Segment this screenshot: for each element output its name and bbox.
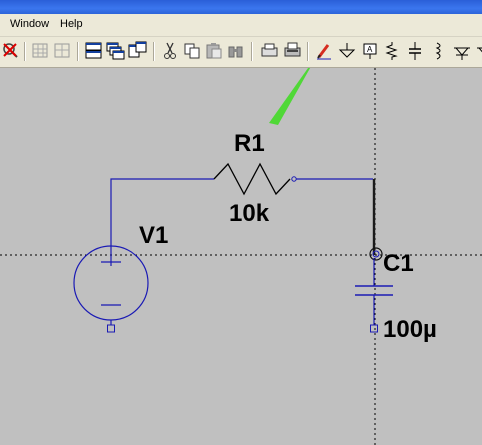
label-net-icon[interactable]: A xyxy=(359,40,381,62)
grid-icon[interactable] xyxy=(52,40,74,62)
print-icon[interactable] xyxy=(282,40,304,62)
tile-vertical-icon[interactable] xyxy=(127,40,149,62)
toolbar-separator xyxy=(77,42,79,61)
cursor-target-circle xyxy=(369,247,383,261)
capacitor-icon[interactable] xyxy=(404,40,426,62)
ground-icon[interactable] xyxy=(336,40,358,62)
paste-icon[interactable] xyxy=(203,40,225,62)
print-setup-icon[interactable] xyxy=(259,40,281,62)
menu-bar: Window Help xyxy=(0,14,482,37)
c1-node-terminal[interactable] xyxy=(370,324,378,333)
diode-icon[interactable] xyxy=(451,40,473,62)
resistor-r1-symbol[interactable] xyxy=(213,162,291,196)
schematic-canvas[interactable]: R1 10k V1 C1 100µ xyxy=(0,68,482,445)
resistor-name-label[interactable]: R1 xyxy=(234,132,265,156)
find-icon[interactable] xyxy=(225,40,247,62)
capacitor-name-label[interactable]: C1 xyxy=(383,252,414,276)
zoom-cancel-icon[interactable] xyxy=(0,40,22,62)
more-components-icon[interactable] xyxy=(474,40,482,62)
toolbar-separator xyxy=(307,42,309,61)
title-bar xyxy=(0,0,482,14)
voltage-source-name-label[interactable]: V1 xyxy=(139,224,168,248)
cascade-icon[interactable] xyxy=(105,40,127,62)
v1-node-terminal[interactable] xyxy=(107,324,115,333)
capacitor-value-label[interactable]: 100µ xyxy=(383,318,437,342)
toolbar-separator xyxy=(24,42,26,61)
draw-wire-icon[interactable] xyxy=(313,40,335,62)
resistor-value-label[interactable]: 10k xyxy=(229,202,269,226)
toolbar: A xyxy=(0,37,482,68)
resistor-icon[interactable] xyxy=(381,40,403,62)
pointer-arrow xyxy=(269,68,311,125)
inductor-icon[interactable] xyxy=(427,40,449,62)
autorange-icon[interactable] xyxy=(30,40,52,62)
menu-window[interactable]: Window xyxy=(10,18,49,30)
svg-text:A: A xyxy=(367,45,373,54)
toolbar-separator xyxy=(251,42,253,61)
toolbar-separator xyxy=(153,42,155,61)
copy-icon[interactable] xyxy=(181,40,203,62)
tile-horizontal-icon[interactable] xyxy=(83,40,105,62)
cut-icon[interactable] xyxy=(159,40,181,62)
menu-help[interactable]: Help xyxy=(60,18,83,30)
resistor-pin xyxy=(291,176,297,182)
